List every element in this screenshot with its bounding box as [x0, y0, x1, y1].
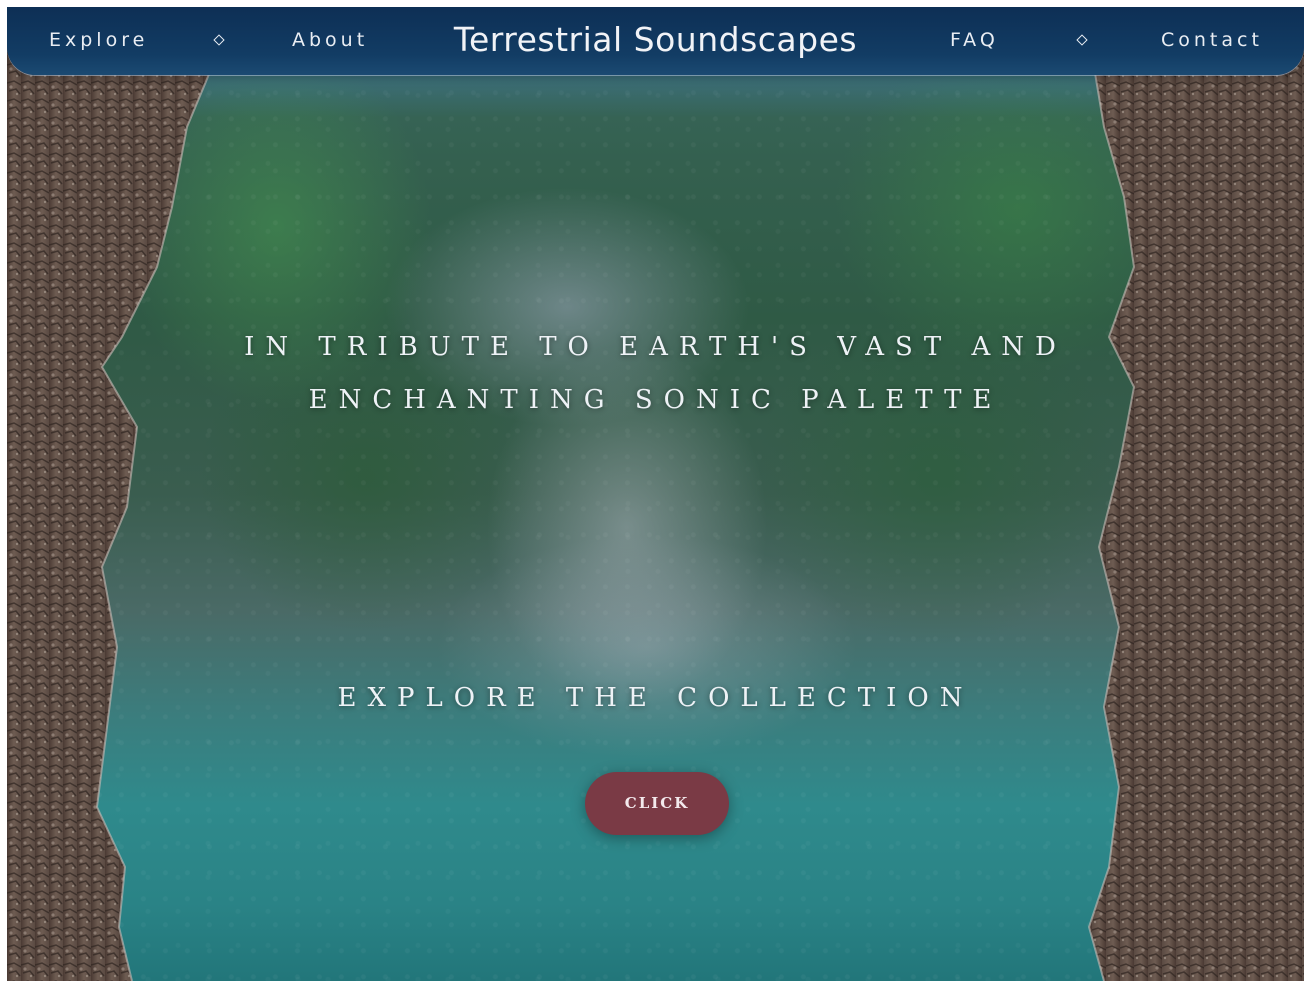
top-navigation-bar: Explore About Terrestrial Soundscapes FA… — [7, 7, 1304, 75]
hero-tagline-line-2: ENCHANTING SONIC PALETTE — [308, 385, 1003, 415]
page: Explore About Terrestrial Soundscapes FA… — [7, 7, 1304, 981]
explore-collection-heading: EXPLORE THE COLLECTION — [337, 683, 974, 713]
nav-link-faq[interactable]: FAQ — [950, 29, 999, 51]
right-rock-wall — [1064, 7, 1304, 981]
nav-link-about[interactable]: About — [292, 29, 368, 51]
diamond-icon — [213, 34, 225, 46]
nav-link-explore[interactable]: Explore — [49, 29, 148, 51]
site-title: Terrestrial Soundscapes — [453, 20, 858, 59]
nav-link-contact[interactable]: Contact — [1161, 29, 1263, 51]
diamond-icon — [1076, 34, 1088, 46]
left-rock-wall — [7, 7, 247, 981]
hero-tagline-line-1: IN TRIBUTE TO EARTH'S VAST AND — [244, 332, 1067, 362]
click-button[interactable]: CLICK — [585, 772, 729, 835]
